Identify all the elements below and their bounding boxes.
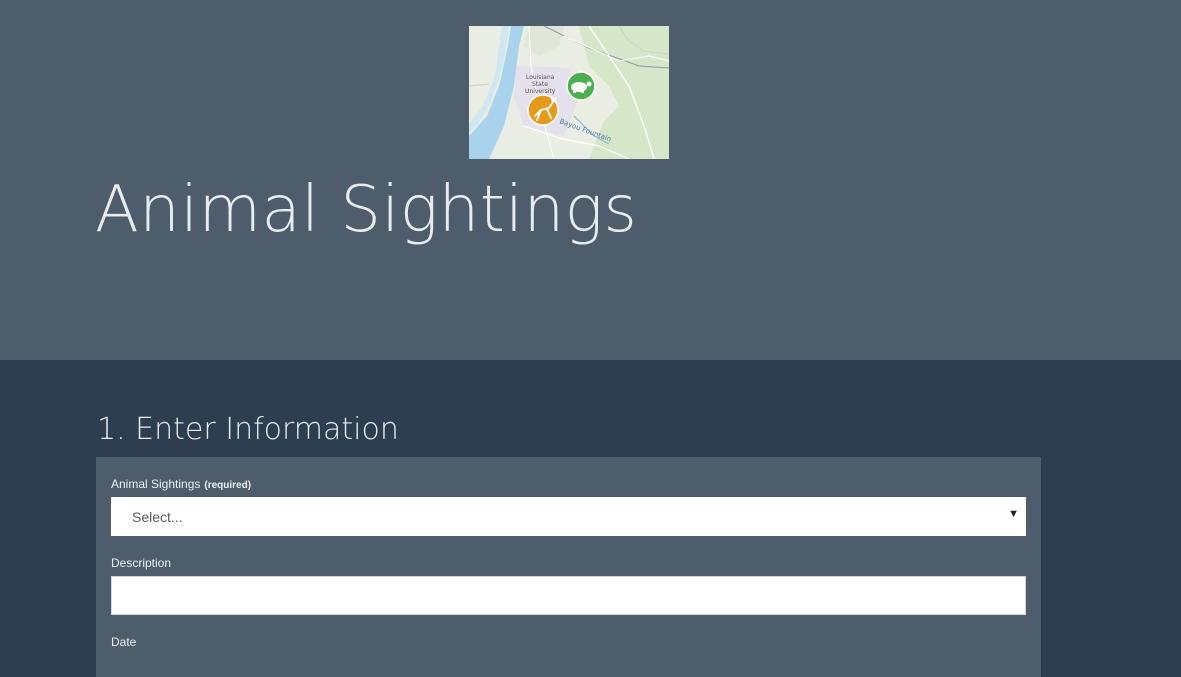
chevron-down-icon: ▼	[1008, 508, 1019, 520]
form-panel: Animal Sightings (required) Select... ▼ D…	[96, 457, 1041, 677]
sightings-label: Animal Sightings (required)	[111, 477, 251, 491]
header-section: Louisiana State University Bayou Fountai…	[0, 0, 1181, 360]
main-section: 1. Enter Information Animal Sightings (re…	[0, 360, 1181, 677]
select-value: Select...	[132, 509, 183, 525]
map-label-university-3: University	[525, 88, 556, 95]
deer-icon	[527, 94, 559, 126]
map-thumbnail: Louisiana State University Bayou Fountai…	[469, 26, 669, 159]
animal-sightings-select[interactable]: Select... ▼	[111, 497, 1026, 536]
map-label-university-2: State	[532, 81, 548, 88]
map-label-university-1: Louisiana	[526, 74, 555, 81]
description-input[interactable]	[111, 576, 1026, 615]
turtle-icon	[566, 71, 596, 101]
sightings-label-text: Animal Sightings	[111, 477, 201, 491]
page-title: Animal Sightings	[95, 173, 638, 247]
required-indicator: (required)	[204, 480, 252, 491]
map-image: Louisiana State University Bayou Fountai…	[469, 26, 669, 159]
date-label: Date	[111, 635, 137, 649]
description-label: Description	[111, 556, 172, 570]
section-title: 1. Enter Information	[97, 412, 399, 447]
